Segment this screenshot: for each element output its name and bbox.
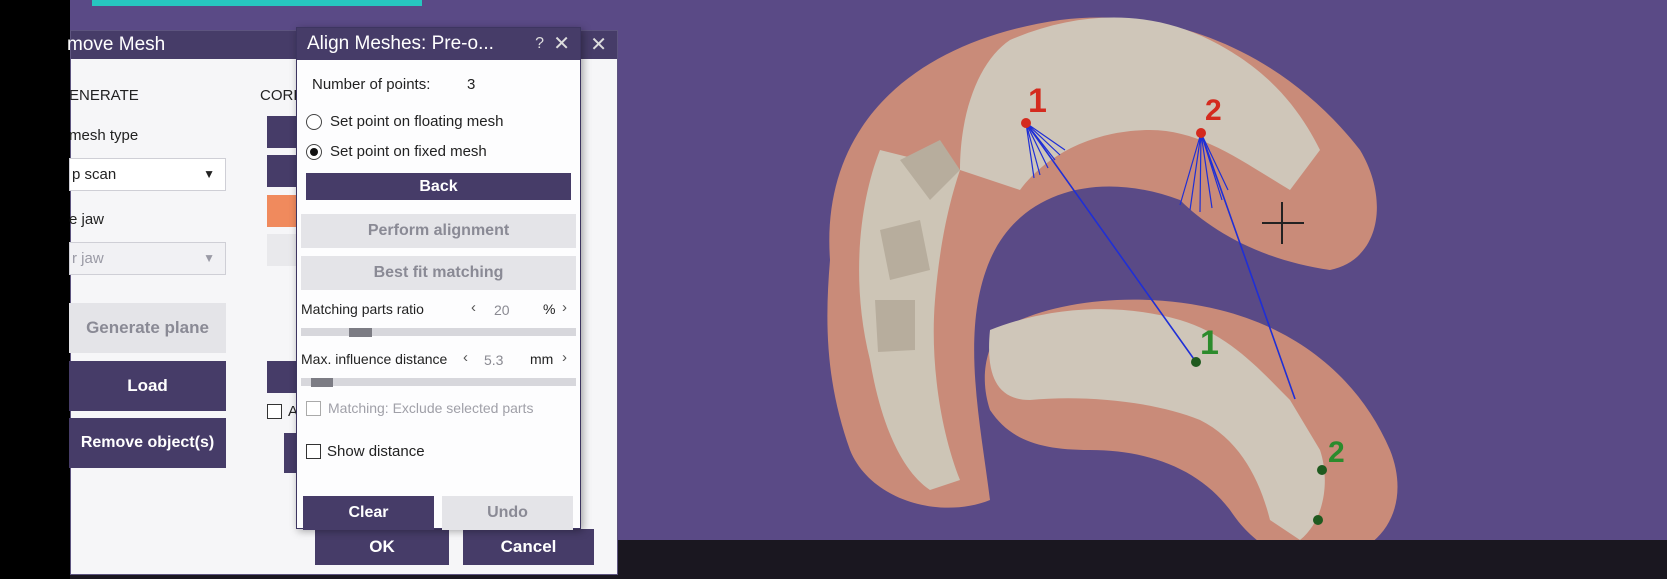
crosshair-cursor-icon-h xyxy=(1262,222,1304,224)
max-influence-value[interactable]: 5.3 xyxy=(484,352,503,368)
show-distance-checkbox[interactable] xyxy=(306,444,321,459)
upper-marker-label-2: 2 xyxy=(1205,94,1222,127)
radio-fixed-mesh[interactable] xyxy=(306,144,322,160)
lower-jaw-mesh xyxy=(984,299,1398,561)
section-generate-label: ENERATE xyxy=(69,87,139,104)
undo-button[interactable]: Undo xyxy=(442,496,573,530)
radio-fixed-mesh-label[interactable]: Set point on fixed mesh xyxy=(330,143,487,160)
matching-ratio-slider[interactable] xyxy=(301,328,576,336)
max-influence-slider[interactable] xyxy=(301,378,576,386)
lower-marker-label-1: 1 xyxy=(1200,324,1219,362)
close-icon[interactable]: ✕ xyxy=(590,31,607,59)
exclude-parts-checkbox[interactable] xyxy=(306,401,321,416)
chevron-right-icon[interactable]: › xyxy=(562,299,567,316)
clear-button[interactable]: Clear xyxy=(303,496,434,530)
close-icon[interactable]: ✕ xyxy=(553,28,570,60)
jaw-label: e jaw xyxy=(69,211,105,228)
matching-ratio-label: Matching parts ratio xyxy=(301,301,424,317)
chevron-down-icon: ▼ xyxy=(203,167,215,181)
back-button[interactable]: Back xyxy=(306,173,571,200)
max-influence-unit: mm xyxy=(530,351,554,367)
load-button[interactable]: Load xyxy=(69,361,226,411)
radio-floating-mesh-label[interactable]: Set point on floating mesh xyxy=(330,113,503,130)
number-of-points-value: 3 xyxy=(467,76,476,93)
align-meshes-titlebar[interactable]: Align Meshes: Pre-o... ? ✕ xyxy=(297,28,580,60)
chevron-left-icon[interactable]: ‹ xyxy=(471,299,476,316)
jaw-value: r jaw xyxy=(72,250,104,267)
corr-checkbox[interactable] xyxy=(267,404,282,419)
ok-button[interactable]: OK xyxy=(315,529,449,565)
exclude-parts-label: Matching: Exclude selected parts xyxy=(328,400,534,416)
dialog-title: Align Meshes: Pre-o... xyxy=(307,33,494,54)
generate-plane-button[interactable]: Generate plane xyxy=(69,303,226,353)
upper-marker-point-2 xyxy=(1196,128,1206,138)
lower-marker-point-3 xyxy=(1313,515,1323,525)
max-influence-slider-thumb[interactable] xyxy=(311,378,333,387)
mesh-type-value: p scan xyxy=(72,166,117,183)
number-of-points-label: Number of points: xyxy=(312,76,431,93)
mesh-type-label: mesh type xyxy=(69,127,139,144)
chevron-left-icon[interactable]: ‹ xyxy=(463,349,468,366)
chevron-down-icon: ▼ xyxy=(203,251,215,265)
dialog-title: move Mesh xyxy=(67,34,166,55)
cancel-button[interactable]: Cancel xyxy=(463,529,594,565)
lower-marker-label-2: 2 xyxy=(1328,436,1345,469)
help-icon[interactable]: ? xyxy=(535,28,544,60)
radio-floating-mesh[interactable] xyxy=(306,114,322,130)
best-fit-matching-button[interactable]: Best fit matching xyxy=(301,256,576,290)
show-distance-label[interactable]: Show distance xyxy=(327,443,425,460)
perform-alignment-button[interactable]: Perform alignment xyxy=(301,214,576,248)
matching-ratio-slider-thumb[interactable] xyxy=(349,328,372,337)
matching-ratio-value[interactable]: 20 xyxy=(494,302,510,318)
lower-marker-point-2 xyxy=(1317,465,1327,475)
matching-ratio-unit: % xyxy=(543,301,556,317)
max-influence-label: Max. influence distance xyxy=(301,351,448,367)
align-meshes-dialog: Align Meshes: Pre-o... ? ✕ Number of poi… xyxy=(296,27,581,530)
remove-objects-button[interactable]: Remove object(s) xyxy=(69,418,226,468)
jaw-select[interactable]: r jaw ▼ xyxy=(69,242,226,275)
chevron-right-icon[interactable]: › xyxy=(562,349,567,366)
mesh-type-select[interactable]: p scan ▼ xyxy=(69,158,226,191)
upper-marker-label-1: 1 xyxy=(1028,82,1047,120)
